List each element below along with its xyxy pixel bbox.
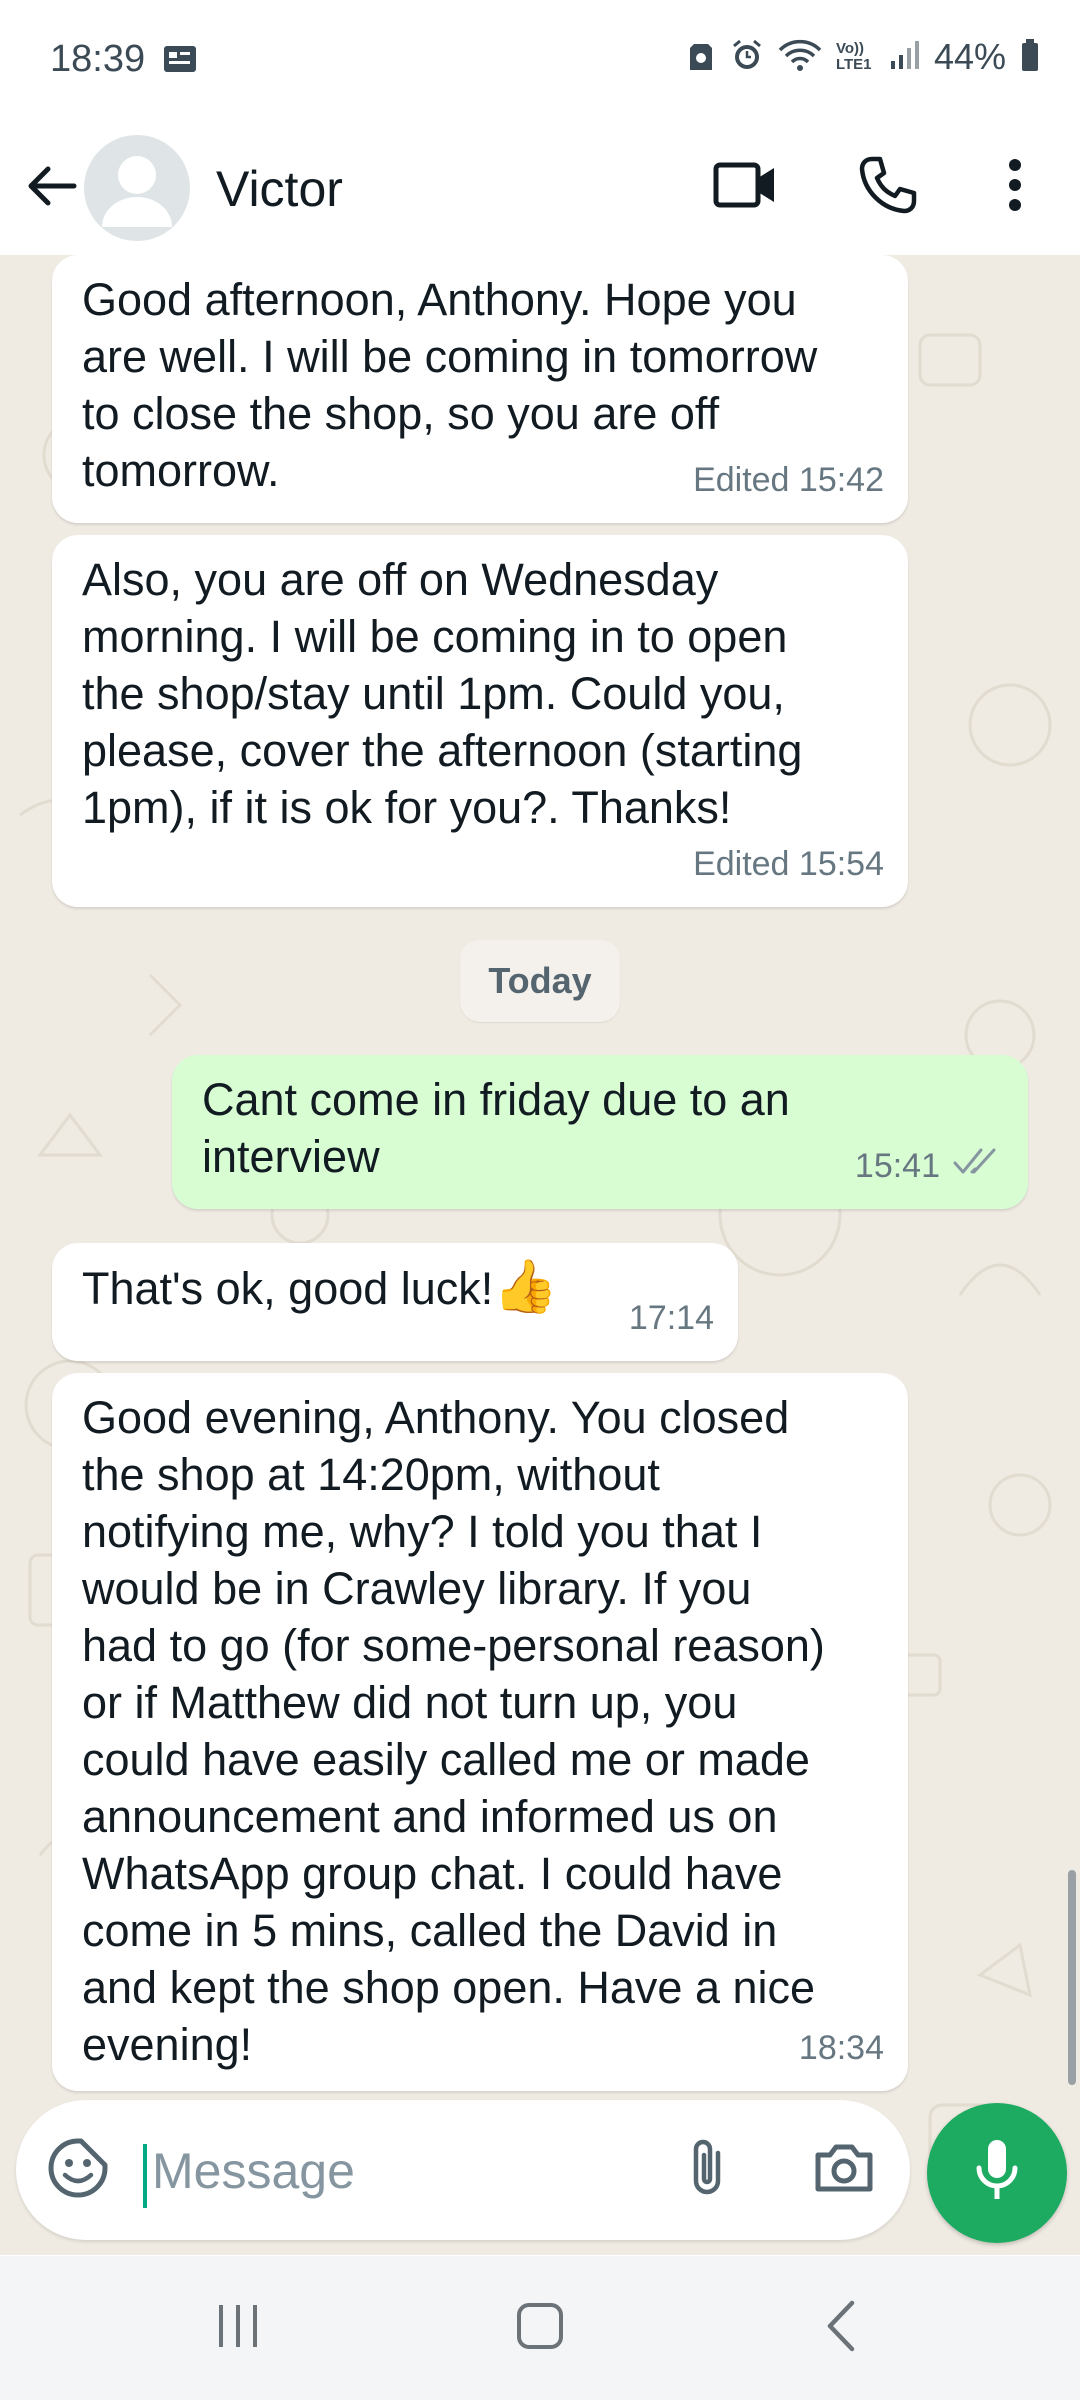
alarm-icon	[730, 38, 764, 77]
sticker-icon	[47, 2137, 109, 2204]
incoming-message[interactable]: That's ok, good luck!👍 17:14	[52, 1243, 738, 1361]
composer-box	[16, 2100, 910, 2240]
status-bar: 18:39 Vo)) LTE1 44%	[0, 0, 1080, 120]
message-meta: 15:41	[855, 1138, 1004, 1195]
home-button[interactable]	[480, 2286, 600, 2370]
paperclip-icon	[688, 2137, 728, 2204]
recent-apps-icon	[213, 2301, 263, 2356]
message-time: 18:34	[798, 2029, 884, 2067]
status-icons: Vo)) LTE1 44%	[686, 36, 1040, 78]
thumbs-up-emoji: 👍	[493, 1258, 559, 1316]
notification-icon	[162, 44, 198, 79]
message-time: Edited 15:42	[693, 461, 884, 499]
voice-call-button[interactable]	[843, 142, 933, 232]
back-button[interactable]	[20, 146, 84, 230]
message-meta: 17:14	[629, 1290, 714, 1347]
voice-call-icon	[858, 155, 918, 220]
avatar-placeholder-icon	[102, 156, 172, 227]
chat-area[interactable]: Good afternoon, Anthony. Hope you are we…	[0, 255, 1080, 2255]
recent-apps-button[interactable]	[178, 2286, 298, 2370]
more-options-icon	[1007, 157, 1023, 218]
chat-scrollbar[interactable]	[1068, 1870, 1076, 2085]
message-text: Good evening, Anthony. You closed the sh…	[82, 1392, 825, 2070]
message-text: That's ok, good luck!	[82, 1263, 494, 1314]
message-time: 17:14	[628, 1299, 714, 1337]
status-time: 18:39	[50, 38, 146, 80]
sticker-button[interactable]	[42, 2134, 114, 2206]
message-meta: 18:34	[799, 2020, 884, 2077]
network-label: Vo)) LTE1	[835, 40, 872, 73]
back-nav-button[interactable]	[782, 2286, 902, 2370]
more-options-button[interactable]	[970, 142, 1060, 232]
message-text-row: That's ok, good luck!👍	[82, 1259, 708, 1317]
contact-name[interactable]: Victor	[216, 160, 343, 218]
video-call-button[interactable]	[700, 142, 790, 232]
signal-icon	[890, 39, 920, 76]
text-caret	[143, 2144, 147, 2208]
battery-percent: 44%	[933, 36, 1006, 77]
battery-icon	[1020, 38, 1040, 77]
message-time: Edited 15:54	[693, 845, 884, 883]
incoming-message[interactable]: Good afternoon, Anthony. Hope you are we…	[52, 255, 908, 523]
message-meta: Edited 15:42	[693, 452, 884, 509]
back-chevron-icon	[822, 2299, 862, 2358]
data-saver-icon	[686, 38, 716, 77]
message-time: 15:41	[854, 1147, 940, 1185]
chat-header: Victor	[0, 120, 1080, 256]
read-ticks-icon	[952, 1138, 1004, 1195]
wifi-icon	[778, 38, 822, 77]
home-icon	[515, 2301, 565, 2356]
video-call-icon	[713, 160, 777, 215]
date-divider: Today	[460, 940, 620, 1022]
camera-icon	[812, 2141, 876, 2200]
system-nav-bar	[0, 2256, 1080, 2400]
outgoing-message[interactable]: Cant come in friday due to an interview …	[172, 1055, 1028, 1209]
message-input[interactable]	[150, 2130, 654, 2212]
microphone-icon	[973, 2138, 1021, 2209]
back-arrow-icon	[26, 164, 78, 213]
message-text: Also, you are off on Wednesday morning. …	[82, 554, 803, 833]
attach-button[interactable]	[668, 2130, 748, 2210]
camera-button[interactable]	[802, 2130, 886, 2210]
incoming-message[interactable]: Good evening, Anthony. You closed the sh…	[52, 1373, 908, 2091]
incoming-message[interactable]: Also, you are off on Wednesday morning. …	[52, 535, 908, 907]
avatar[interactable]	[84, 135, 190, 241]
composer-bar	[0, 2088, 1080, 2256]
voice-message-button[interactable]	[927, 2103, 1067, 2243]
message-meta: Edited 15:54	[693, 836, 884, 893]
